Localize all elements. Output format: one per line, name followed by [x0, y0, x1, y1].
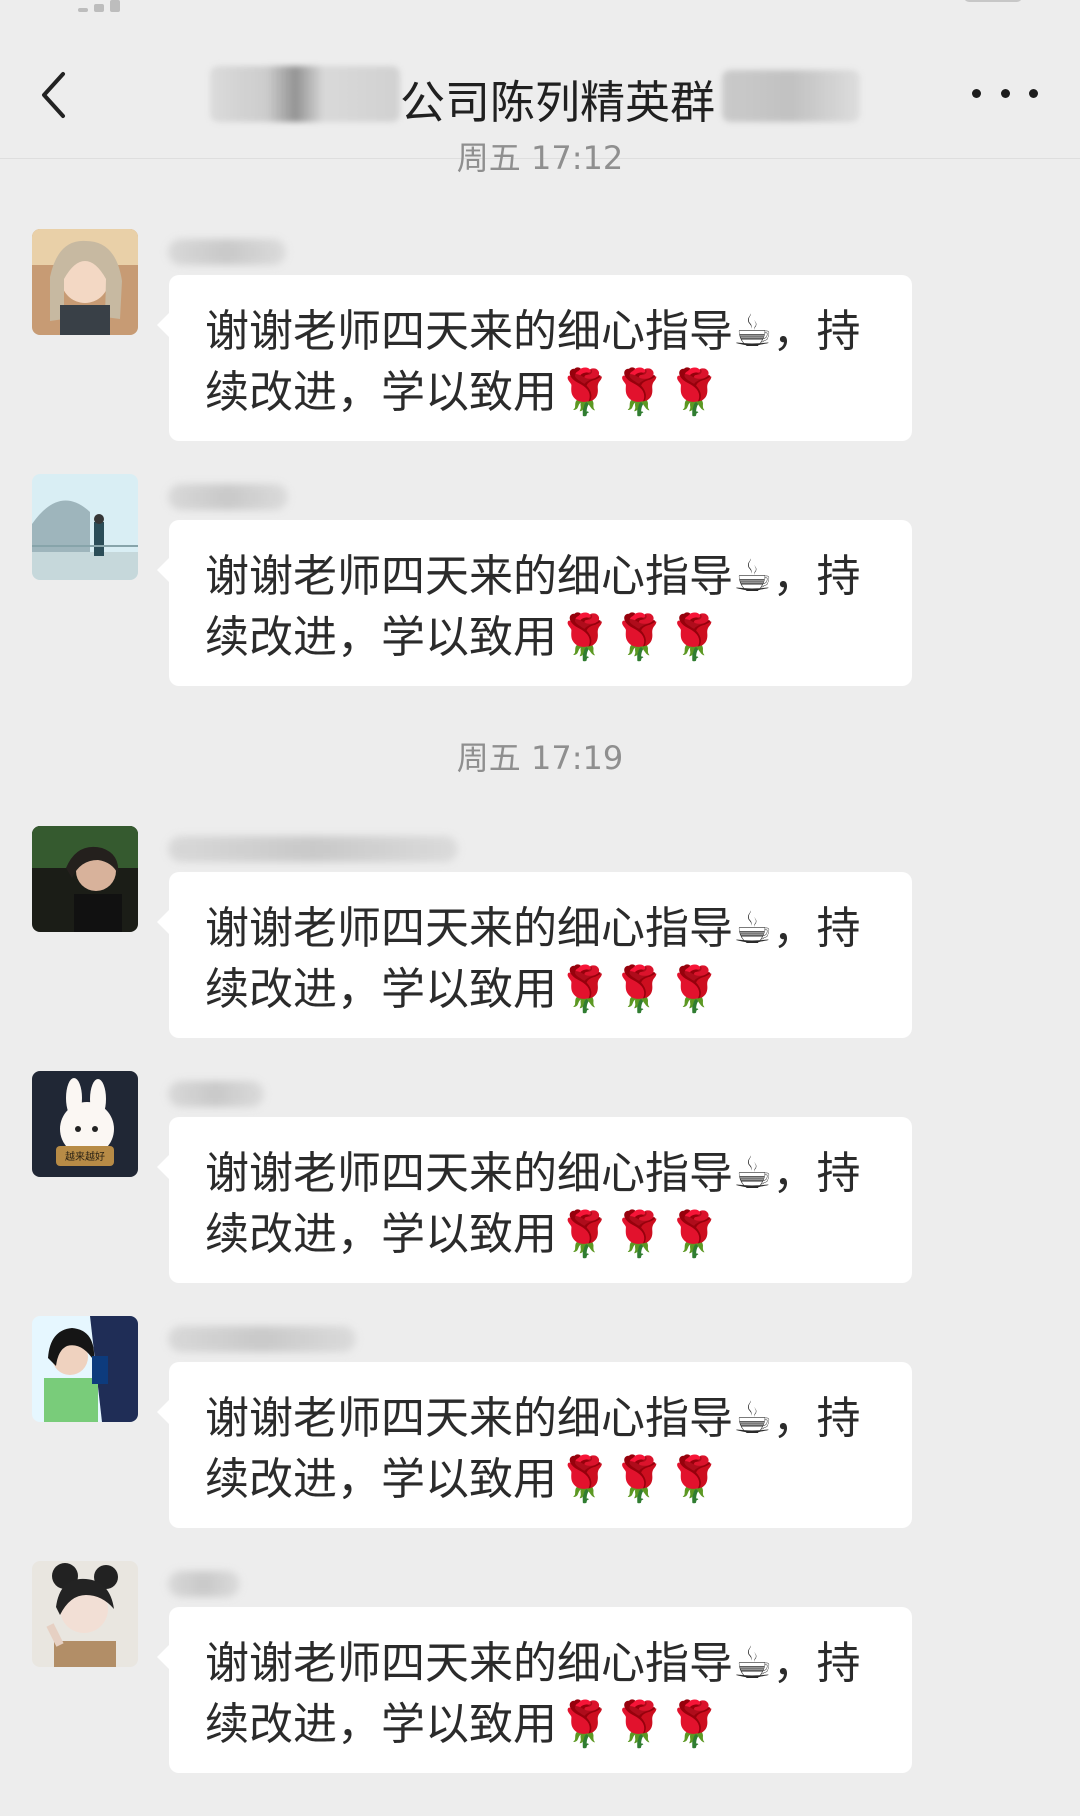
message-bubble[interactable]: 谢谢老师四天来的细心指导☕，持续改进，学以致用🌹🌹🌹 [157, 1362, 912, 1528]
more-icon [972, 88, 981, 98]
message-bubble[interactable]: 谢谢老师四天来的细心指导☕，持续改进，学以致用🌹🌹🌹 [157, 872, 912, 1038]
chat-title: 公司陈列精英群 [210, 56, 870, 131]
sender-name-blur [168, 484, 288, 510]
message-bubble[interactable]: 谢谢老师四天来的细心指导☕，持续改进，学以致用🌹🌹🌹 [157, 1117, 912, 1283]
message-text: 谢谢老师四天来的细心指导☕，持续改进，学以致用🌹🌹🌹 [205, 551, 861, 663]
battery-icon [964, 0, 1022, 2]
message-bubble[interactable]: 谢谢老师四天来的细心指导☕，持续改进，学以致用🌹🌹🌹 [157, 275, 912, 441]
avatar[interactable] [32, 826, 138, 932]
signal-icon [78, 0, 168, 12]
message-bubble[interactable]: 谢谢老师四天来的细心指导☕，持续改进，学以致用🌹🌹🌹 [157, 1607, 912, 1773]
message-text: 谢谢老师四天来的细心指导☕，持续改进，学以致用🌹🌹🌹 [205, 1148, 861, 1260]
chevron-left-icon [42, 72, 65, 118]
message-bubble[interactable]: 谢谢老师四天来的细心指导☕，持续改进，学以致用🌹🌹🌹 [157, 520, 912, 686]
timestamp-top: 周五 17:12 [456, 139, 624, 177]
message-item-6: 谢谢老师四天来的细心指导☕，持续改进，学以致用🌹🌹🌹 [0, 1561, 1080, 1781]
back-button[interactable] [31, 66, 77, 124]
more-button[interactable] [972, 84, 1038, 102]
title-blur-right [722, 70, 860, 122]
sender-name-blur [168, 836, 458, 862]
message-item-3: 谢谢老师四天来的细心指导☕，持续改进，学以致用🌹🌹🌹 [0, 826, 1080, 1046]
message-item-5: 谢谢老师四天来的细心指导☕，持续改进，学以致用🌹🌹🌹 [0, 1316, 1080, 1536]
message-text: 谢谢老师四天来的细心指导☕，持续改进，学以致用🌹🌹🌹 [205, 1638, 861, 1750]
message-text: 谢谢老师四天来的细心指导☕，持续改进，学以致用🌹🌹🌹 [205, 1393, 861, 1505]
avatar[interactable]: 越来越好 [32, 1071, 138, 1177]
sender-name-blur [168, 239, 286, 265]
message-item-4: 越来越好 谢谢老师四天来的细心指导☕，持续改进，学以致用🌹🌹🌹 [0, 1071, 1080, 1291]
avatar[interactable] [32, 229, 138, 335]
status-icons [964, 0, 1022, 2]
chat-title-text: 公司陈列精英群 [400, 76, 716, 129]
timestamp-middle: 周五 17:19 [456, 739, 624, 777]
message-item-2: 谢谢老师四天来的细心指导☕，持续改进，学以致用🌹🌹🌹 [0, 474, 1080, 694]
avatar[interactable] [32, 1316, 138, 1422]
svg-text:越来越好: 越来越好 [65, 1150, 105, 1163]
sender-name-blur [168, 1326, 356, 1352]
message-item-1: 谢谢老师四天来的细心指导☕，持续改进，学以致用🌹🌹🌹 [0, 229, 1080, 449]
message-text: 谢谢老师四天来的细心指导☕，持续改进，学以致用🌹🌹🌹 [205, 306, 861, 418]
sender-name-blur [168, 1571, 240, 1597]
avatar[interactable] [32, 474, 138, 580]
avatar[interactable] [32, 1561, 138, 1667]
title-blur-left [210, 66, 400, 122]
message-text: 谢谢老师四天来的细心指导☕，持续改进，学以致用🌹🌹🌹 [205, 903, 861, 1015]
status-bar [0, 0, 1080, 28]
sender-name-blur [168, 1081, 264, 1107]
